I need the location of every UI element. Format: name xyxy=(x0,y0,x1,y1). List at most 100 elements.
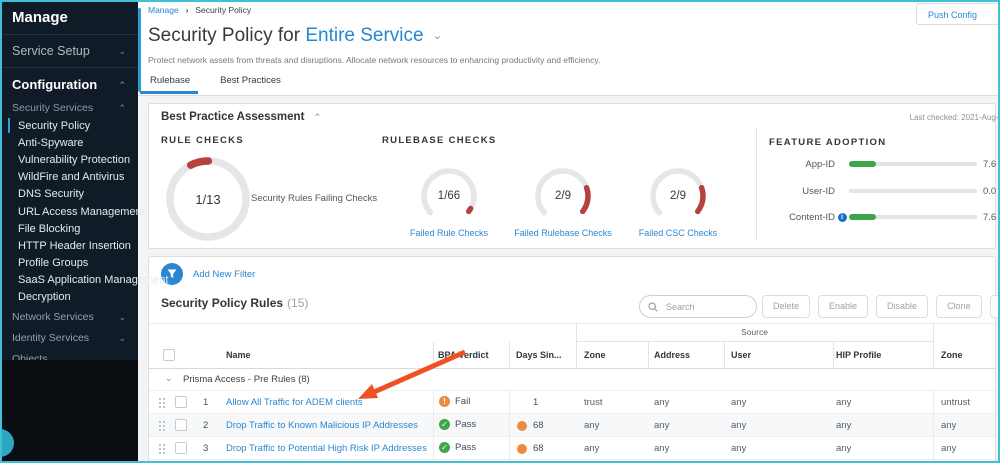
page-title-prefix: Security Policy for xyxy=(148,25,300,46)
column-header-dest-zone[interactable]: Zone xyxy=(941,350,963,360)
drag-handle-icon[interactable] xyxy=(158,443,166,455)
chevron-down-icon[interactable]: ⌄ xyxy=(433,30,442,42)
days-since-dot xyxy=(517,421,527,431)
divider xyxy=(433,390,434,463)
days-since-dot xyxy=(517,444,527,454)
failed-rulebase-checks-gauge: 2/9 xyxy=(531,164,595,228)
rule-name-link[interactable]: Drop Traffic to Known Malicious IP Addre… xyxy=(226,420,418,431)
enable-button[interactable]: Enable xyxy=(818,295,868,318)
table-row[interactable]: 1 Allow All Traffic for ADEM clients Fai… xyxy=(149,390,995,414)
column-header-source-user[interactable]: User xyxy=(731,350,751,360)
bpa-verdict-cell: Pass xyxy=(439,419,476,430)
rule-name-link[interactable]: Drop Traffic to Potential High Risk IP A… xyxy=(226,443,427,454)
sidebar-item-vulnerability-protection[interactable]: Vulnerability Protection xyxy=(0,151,138,168)
tab-rulebase[interactable]: Rulebase xyxy=(148,71,192,94)
rule-group-row[interactable]: ⌄ Prisma Access - Pre Rules (8) xyxy=(149,368,995,390)
divider xyxy=(756,128,757,240)
sidebar-item-file-blocking[interactable]: File Blocking xyxy=(0,220,138,237)
bpa-panel-title[interactable]: Best Practice Assessment ⌃ xyxy=(161,111,321,123)
sidebar-item-saas-application-management[interactable]: SaaS Application Management xyxy=(0,272,138,289)
table-actions: Delete Enable Disable Clone Move⌄ xyxy=(762,295,1000,318)
bpa-verdict-cell: Pass xyxy=(439,442,476,453)
last-checked-label: Last checked: 2021-Aug-2 xyxy=(910,113,1000,122)
breadcrumb-manage[interactable]: Manage xyxy=(148,5,179,15)
column-header-source-zone[interactable]: Zone xyxy=(584,350,606,360)
row-checkbox[interactable] xyxy=(175,419,187,431)
column-header-bpa-verdict[interactable]: BPA Verdict xyxy=(438,350,489,360)
app-window: Manage Service Setup ⌄ Configuration ⌃ S… xyxy=(0,0,1000,463)
divider xyxy=(724,342,725,368)
rule-checks-value: 1/13 xyxy=(164,192,252,207)
column-header-name[interactable]: Name xyxy=(226,350,251,360)
sidebar-item-anti-spyware[interactable]: Anti-Spyware xyxy=(0,134,138,151)
chevron-up-icon: ⌃ xyxy=(118,105,126,111)
tab-best-practices[interactable]: Best Practices xyxy=(218,71,283,94)
row-checkbox[interactable] xyxy=(175,396,187,408)
source-column-group: Source xyxy=(576,323,933,342)
add-new-filter-link[interactable]: Add New Filter xyxy=(193,269,255,280)
failed-rule-checks-gauge: 1/66 xyxy=(417,164,481,228)
sidebar-item-configuration[interactable]: Configuration ⌃ xyxy=(0,68,138,97)
chevron-down-icon[interactable]: ⌄ xyxy=(165,373,173,384)
sidebar-item-service-setup[interactable]: Service Setup ⌄ xyxy=(0,35,138,68)
column-header-source-address[interactable]: Address xyxy=(654,350,690,360)
sidebar-group-network-services[interactable]: Network Services ⌄ xyxy=(0,306,138,327)
move-button[interactable]: Move⌄ xyxy=(990,295,1000,318)
select-all-checkbox[interactable] xyxy=(163,349,175,361)
feature-adoption-row-app-id: App-ID 7.6 xyxy=(749,158,1000,170)
chevron-down-icon: ⌄ xyxy=(118,48,126,54)
chevron-down-icon: ⌄ xyxy=(118,335,126,341)
rule-checks-label: Security Rules Failing Checks xyxy=(251,193,401,204)
page-title: Security Policy for Entire Service ⌄ xyxy=(148,25,442,47)
sidebar-item-wildfire-antivirus[interactable]: WildFire and Antivirus xyxy=(0,169,138,186)
drag-handle-icon[interactable] xyxy=(158,420,166,432)
divider xyxy=(833,342,834,368)
push-config-button[interactable]: Push Config xyxy=(916,3,1000,25)
breadcrumb-security-policy: Security Policy xyxy=(195,5,251,15)
user-id-progress-bar xyxy=(849,189,977,193)
disable-button[interactable]: Disable xyxy=(876,295,928,318)
divider xyxy=(648,342,649,368)
search-icon xyxy=(648,302,658,312)
divider xyxy=(933,390,934,463)
sidebar-group-identity-services[interactable]: Identity Services ⌄ xyxy=(0,327,138,348)
divider xyxy=(933,323,934,368)
divider xyxy=(433,342,434,368)
row-checkbox[interactable] xyxy=(175,442,187,454)
sidebar-item-http-header-insertion[interactable]: HTTP Header Insertion xyxy=(0,237,138,254)
column-header-days-since[interactable]: Days Sin... xyxy=(516,350,562,360)
failed-csc-checks-link[interactable]: Failed CSC Checks xyxy=(608,228,748,238)
sidebar-item-profile-groups[interactable]: Profile Groups xyxy=(0,255,138,272)
rules-count: (15) xyxy=(287,296,308,310)
rule-name-link[interactable]: Allow All Traffic for ADEM clients xyxy=(226,397,363,408)
table-row[interactable]: 2 Drop Traffic to Known Malicious IP Add… xyxy=(149,413,995,437)
rule-group-label: Prisma Access - Pre Rules (8) xyxy=(183,374,310,385)
rulebase-checks-heading: RULEBASE CHECKS xyxy=(382,135,497,146)
sidebar-item-dns-security[interactable]: DNS Security xyxy=(0,186,138,203)
pass-icon xyxy=(439,419,450,430)
chevron-down-icon: ⌄ xyxy=(118,314,126,320)
sidebar-item-security-policy[interactable]: Security Policy xyxy=(0,117,138,134)
sidebar-group-security-services[interactable]: Security Services ⌃ xyxy=(0,97,138,117)
failed-csc-checks-gauge: 2/9 xyxy=(646,164,710,228)
drag-handle-icon[interactable] xyxy=(158,397,166,409)
scope-selector[interactable]: Entire Service xyxy=(305,25,423,46)
sidebar-item-url-access-management[interactable]: URL Access Management xyxy=(0,203,138,220)
delete-button[interactable]: Delete xyxy=(762,295,810,318)
bpa-verdict-cell: Fail xyxy=(439,396,470,407)
search-input[interactable] xyxy=(664,301,748,313)
clone-button[interactable]: Clone xyxy=(936,295,982,318)
content-id-progress-bar xyxy=(849,215,977,219)
feature-adoption-row-user-id: User-ID 0.0 xyxy=(749,185,1000,197)
sidebar-item-decryption[interactable]: Decryption xyxy=(0,289,138,306)
info-icon[interactable]: i xyxy=(838,213,847,222)
sidebar: Manage Service Setup ⌄ Configuration ⌃ S… xyxy=(0,0,138,463)
table-row[interactable]: 4 Drop Traffic to Bulletproof hosting pr… xyxy=(149,459,995,463)
page-subtitle: Protect network assets from threats and … xyxy=(148,55,600,65)
search-box[interactable] xyxy=(639,295,757,318)
column-header-hip-profile[interactable]: HIP Profile xyxy=(836,350,881,360)
chevron-up-icon: ⌃ xyxy=(314,112,322,122)
scrollbar[interactable] xyxy=(138,8,141,92)
feature-adoption-heading: FEATURE ADOPTION xyxy=(769,137,886,148)
table-row[interactable]: 3 Drop Traffic to Potential High Risk IP… xyxy=(149,436,995,460)
